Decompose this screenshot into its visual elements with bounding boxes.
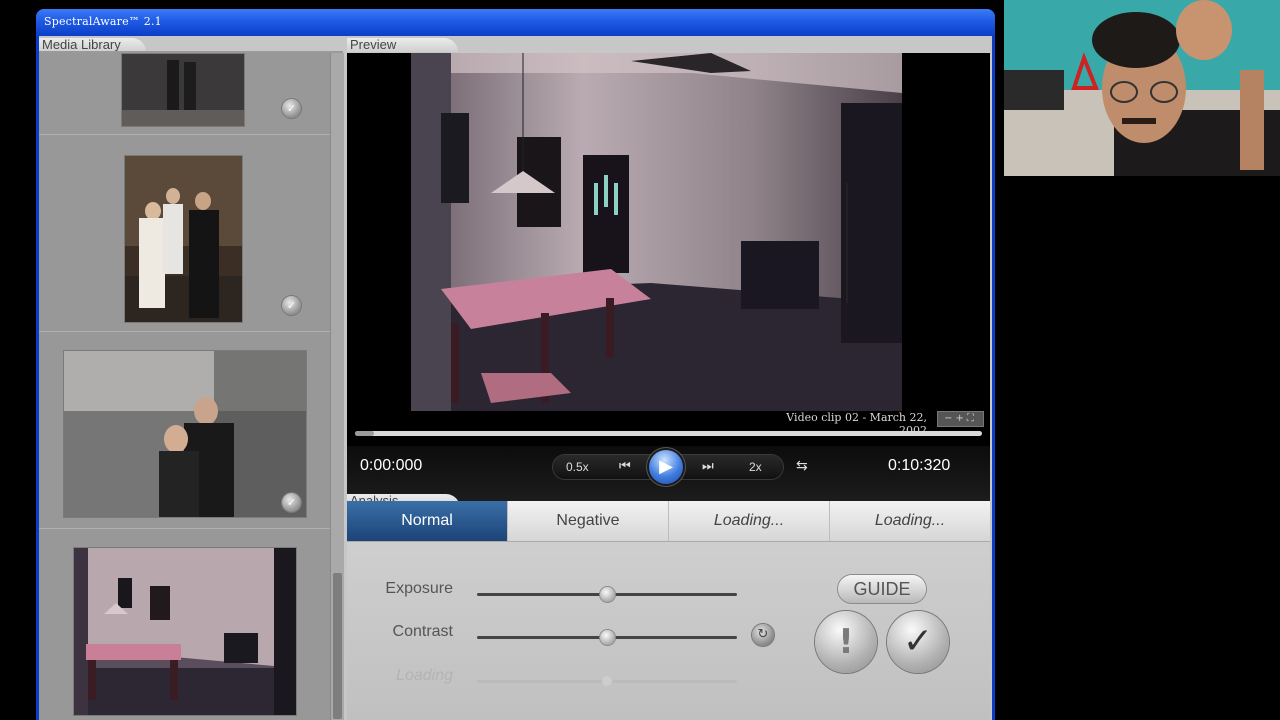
transport-bar: 0:00:000 0.5x ⏮ ▶ ⏭ 2x ⇆ 0:10:320: [347, 446, 990, 501]
window-title: SpectralAware™ 2.1: [44, 15, 162, 28]
reset-icon[interactable]: ↻: [752, 624, 774, 646]
video-image: [411, 53, 902, 411]
current-time: 0:00:000: [360, 457, 423, 474]
thumbnail-3[interactable]: [63, 350, 307, 518]
thumbnail-4[interactable]: [73, 547, 297, 716]
thumbnail-image: [125, 156, 242, 322]
contrast-slider[interactable]: [477, 630, 737, 645]
media-library-panel: ✓ ✓ ✓: [39, 53, 343, 720]
playback-progress[interactable]: [355, 431, 982, 436]
thumbnail-image: [64, 351, 306, 517]
app-window: SpectralAware™ 2.1 Media Library ✓ ✓ ✓ P…: [36, 9, 995, 720]
webcam-overlay: [1004, 0, 1280, 176]
scroll-thumb[interactable]: [333, 573, 342, 719]
guide-button[interactable]: GUIDE: [838, 575, 926, 603]
progress-fill: [355, 431, 374, 436]
library-scrollbar[interactable]: [330, 53, 344, 720]
thumbnail-1[interactable]: [121, 53, 245, 127]
step-forward-icon[interactable]: ⏭: [702, 459, 714, 474]
exclamation-icon: !: [838, 622, 854, 662]
preview-header: Preview: [347, 38, 458, 52]
exposure-label: Exposure: [385, 580, 453, 597]
tab-loading-2[interactable]: Loading...: [830, 501, 990, 541]
thumbnail-image: [122, 54, 244, 126]
contrast-knob[interactable]: [599, 630, 615, 645]
loop-icon[interactable]: ⇆: [796, 458, 808, 474]
preview-panel: Video clip 02 - March 22, 2002 −+⛶ 0:00:…: [347, 53, 990, 501]
analysis-panel: Normal Negative Loading... Loading... Ex…: [347, 501, 990, 720]
step-back-icon[interactable]: ⏮: [619, 459, 631, 474]
webcam-image: [1004, 0, 1280, 176]
separator: [39, 331, 330, 332]
exposure-slider[interactable]: [477, 587, 737, 602]
exposure-knob[interactable]: [599, 587, 615, 602]
fast-speed-button[interactable]: 2x: [749, 460, 762, 474]
loading-knob: [602, 676, 612, 686]
confirm-button[interactable]: ✓: [887, 611, 949, 673]
separator: [39, 528, 330, 529]
media-library-header: Media Library: [39, 38, 146, 52]
thumbnail-image: [74, 548, 296, 715]
separator: [39, 134, 330, 135]
contrast-label: Contrast: [392, 623, 453, 640]
tab-loading-1[interactable]: Loading...: [669, 501, 830, 541]
thumbnail-2[interactable]: [124, 155, 243, 323]
loading-slider: [477, 676, 737, 686]
total-time: 0:10:320: [888, 457, 951, 474]
checkmark-icon[interactable]: ✓: [282, 493, 301, 512]
client-area: Media Library ✓ ✓ ✓ Preview Video clip 0…: [39, 36, 992, 720]
play-icon[interactable]: ▶: [649, 450, 683, 484]
checkmark-icon: ✓: [902, 621, 934, 662]
loading-slider-label: Loading: [396, 667, 453, 684]
tab-negative[interactable]: Negative: [508, 501, 669, 541]
video-frame[interactable]: [411, 53, 902, 411]
checkmark-icon[interactable]: ✓: [282, 99, 301, 118]
zoom-controls[interactable]: −+⛶: [937, 411, 984, 427]
mode-tabs: Normal Negative Loading... Loading...: [347, 501, 990, 542]
tab-normal[interactable]: Normal: [347, 501, 508, 541]
checkmark-icon[interactable]: ✓: [282, 296, 301, 315]
title-bar[interactable]: SpectralAware™ 2.1: [36, 9, 995, 36]
slow-speed-button[interactable]: 0.5x: [566, 460, 589, 474]
alert-button[interactable]: !: [815, 611, 877, 673]
